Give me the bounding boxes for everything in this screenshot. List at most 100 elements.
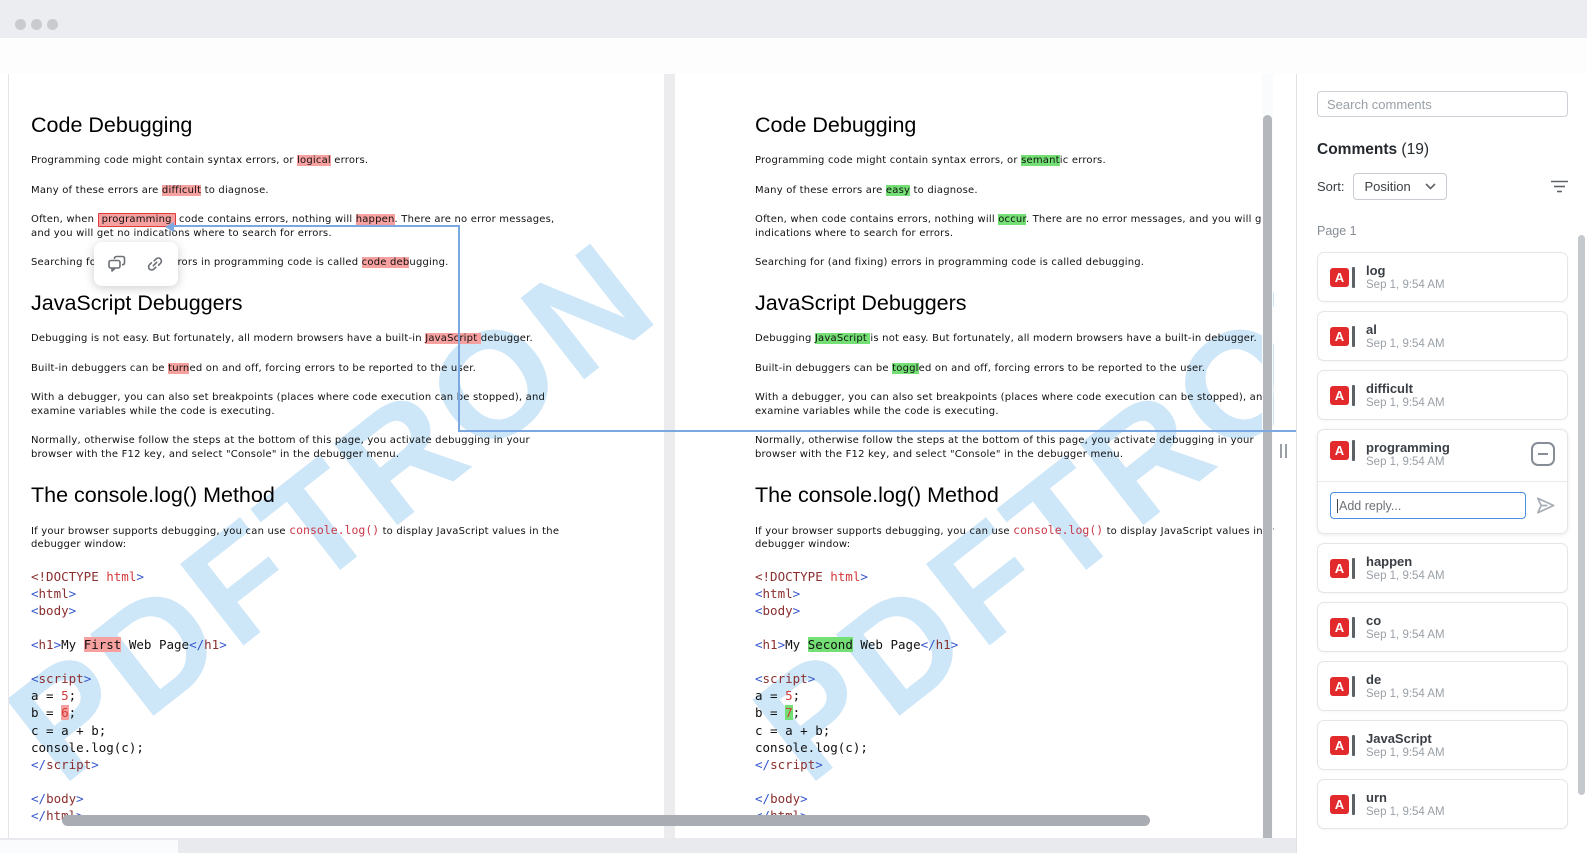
text-segment: code contains errors, nothing will — [175, 214, 356, 226]
diff-highlight[interactable]: occur — [998, 214, 1026, 226]
doc-line: examine variables while the code is exec… — [31, 405, 664, 419]
text-annotation-icon: A — [1330, 734, 1355, 756]
collapse-comment-button[interactable] — [1531, 442, 1555, 466]
document-page-right[interactable]: PDFTRON Code Debugging Programming code mi… — [675, 74, 1274, 853]
comment-card-happen[interactable]: Ahappen Sep 1, 9:54 AM — [1317, 543, 1568, 593]
diff-highlight[interactable]: logical — [297, 155, 331, 166]
diff-highlight[interactable]: deb — [389, 257, 410, 269]
page-gap — [663, 74, 675, 853]
comment-card-co[interactable]: Aco Sep 1, 9:54 AM — [1317, 602, 1568, 652]
text-segment: html — [98, 568, 137, 584]
comment-card-programming[interactable]: Aprogramming Sep 1, 9:54 AM Add reply... — [1317, 429, 1568, 534]
comment-text: de Sep 1, 9:54 AM — [1366, 672, 1445, 701]
text-annotation-icon: A — [1330, 675, 1355, 697]
diff-highlight[interactable]: happen — [355, 214, 395, 226]
comment-title: co — [1366, 612, 1382, 628]
diff-highlight[interactable]: turn — [168, 362, 190, 374]
text-segment: b = — [755, 705, 786, 721]
text-segment: debugger window: — [755, 539, 851, 551]
diff-highlight[interactable]: Second — [807, 637, 853, 653]
text-segment: script — [770, 756, 816, 772]
doc-code-block: <!DOCTYPE html> <html> <body> <h1>My Secon… — [755, 568, 1274, 824]
splitter-handle-icon[interactable] — [1280, 444, 1287, 458]
text-segment: < — [755, 585, 763, 601]
sort-select[interactable]: Position — [1353, 173, 1447, 200]
document-page-left[interactable]: PDFTRON Code Debugging Programming code mi… — [8, 74, 664, 853]
add-reply-input[interactable]: Add reply... — [1330, 492, 1526, 519]
filter-icon[interactable] — [1551, 180, 1568, 193]
comment-card-difficult[interactable]: Adifficult Sep 1, 9:54 AM — [1317, 370, 1568, 420]
diff-highlight[interactable]: 6 — [61, 705, 69, 721]
text-annotation-icon: A — [1330, 793, 1355, 815]
doc-heading: Code Debugging — [755, 113, 917, 137]
text-annotation-icon: A — [1330, 266, 1355, 288]
text-segment: < — [31, 602, 39, 618]
diff-highlight[interactable]: 7 — [785, 705, 793, 721]
diff-highlight[interactable]: semant — [1021, 155, 1060, 166]
doc-line: browser with the F12 key, and select "Co… — [31, 448, 664, 462]
comment-timestamp: Sep 1, 9:54 AM — [1366, 278, 1445, 291]
doc-code-block: <!DOCTYPE html> <html> <body> <h1>My First… — [31, 568, 664, 824]
diff-highlight[interactable]: JavaScript — [814, 332, 871, 344]
document-viewport[interactable]: PDFTRON Code Debugging Programming code mi… — [0, 74, 1274, 853]
comment-text: log Sep 1, 9:54 AM — [1366, 263, 1445, 292]
text-segment: body — [46, 790, 77, 806]
comment-card-al[interactable]: Aal Sep 1, 9:54 AM — [1317, 311, 1568, 361]
comment-card-javascript[interactable]: A JavaScript Sep 1, 9:54 AM — [1317, 720, 1568, 770]
document-horizontal-scrollbar[interactable] — [62, 815, 1150, 826]
doc-heading: The console.log() Method — [755, 482, 999, 507]
text-segment: to diagnose. — [910, 184, 978, 196]
scrollbar-thumb[interactable] — [1263, 115, 1272, 852]
diff-highlight[interactable]: JavaScript — [425, 332, 481, 344]
doc-line: Programming code might contain syntax er… — [755, 154, 1274, 168]
text-segment: < — [31, 585, 39, 601]
send-reply-icon[interactable] — [1534, 494, 1557, 517]
diff-highlight[interactable]: easy — [885, 184, 911, 196]
doc-paragraph: Often, when code contains errors, nothin… — [755, 213, 1274, 240]
text-annotation-icon: A — [1330, 325, 1355, 347]
diff-highlight[interactable]: toggl — [892, 362, 919, 374]
doc-line: With a debugger, you can also set breakp… — [31, 391, 664, 405]
window-close-button[interactable] — [15, 19, 26, 30]
text-segment: ; — [792, 705, 801, 721]
sort-row: Sort: Position — [1317, 173, 1568, 200]
text-segment: body — [770, 790, 801, 806]
diff-highlight[interactable]: difficult — [161, 184, 202, 196]
comment-text: happen Sep 1, 9:54 AM — [1366, 554, 1445, 583]
connector-line-vertical — [458, 225, 460, 432]
code-line: b = 7; — [755, 704, 1274, 721]
comment-text: programming Sep 1, 9:54 AM — [1366, 440, 1450, 469]
text-segment: body — [762, 602, 793, 618]
selected-diff-highlight[interactable]: programming — [97, 213, 176, 228]
comment-card-urn[interactable]: Aurn Sep 1, 9:54 AM — [1317, 779, 1568, 829]
text-segment: Many of these errors are — [755, 184, 886, 196]
panel-splitter[interactable] — [1274, 74, 1296, 853]
doc-line: If your browser supports debugging, you … — [755, 523, 1274, 539]
comment-icon[interactable] — [105, 252, 129, 276]
code-line: <script> — [755, 670, 1274, 687]
link-icon[interactable] — [143, 252, 167, 276]
window-minimize-button[interactable] — [31, 19, 42, 30]
document-vertical-scrollbar[interactable] — [1262, 74, 1273, 853]
comment-card-de[interactable]: Ade Sep 1, 9:54 AM — [1317, 661, 1568, 711]
doc-paragraph: If your browser supports debugging, you … — [755, 523, 1274, 552]
text-segment: With a debugger, you can also set breakp… — [31, 392, 546, 404]
text-segment: > — [68, 585, 77, 601]
diff-highlight[interactable]: code — [361, 257, 390, 269]
text-segment: script — [38, 671, 84, 687]
search-comments-input[interactable]: Search comments — [1317, 91, 1568, 117]
connector-arrowhead — [165, 222, 174, 232]
text-segment: and you will get no indications where to… — [31, 227, 332, 239]
code-line: a = 5; — [755, 687, 1274, 704]
comments-count: (19) — [1401, 141, 1429, 158]
doc-line: Normally, otherwise follow the steps at … — [755, 434, 1274, 448]
panel-scrollbar-thumb[interactable] — [1578, 235, 1585, 795]
diff-highlight[interactable]: First — [83, 637, 122, 653]
comment-card-log[interactable]: Alog Sep 1, 9:54 AM — [1317, 252, 1568, 302]
comment-text: co Sep 1, 9:54 AM — [1366, 613, 1445, 642]
comment-title: difficult — [1366, 380, 1413, 396]
doc-line: Searching for (and fixing) errors in pro… — [755, 256, 1274, 270]
window-zoom-button[interactable] — [47, 19, 58, 30]
text-segment: debugger. — [480, 332, 533, 344]
